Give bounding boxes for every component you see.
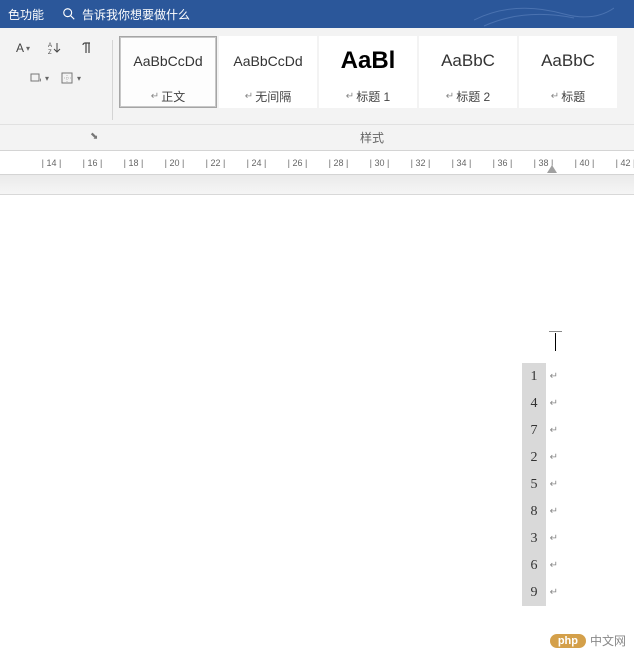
- line-break-icon: ↵: [550, 479, 558, 490]
- ruler-tick: | 24 |: [236, 158, 277, 168]
- line-break-icon: ↵: [550, 452, 558, 463]
- ruler-tick: | 32 |: [400, 158, 441, 168]
- paragraph-mark-icon: ↵: [151, 91, 159, 102]
- style-preview: AaBbC: [441, 37, 495, 85]
- ruler-tick: | 20 |: [154, 158, 195, 168]
- sort-icon: AZ: [48, 41, 62, 55]
- style-preview: AaBbCcDd: [233, 37, 302, 85]
- ruler-tick: | 22 |: [195, 158, 236, 168]
- indent-marker[interactable]: [547, 165, 557, 173]
- line-break-icon: ↵: [550, 506, 558, 517]
- line-break-icon: ↵: [550, 587, 558, 598]
- cursor-cap: [549, 331, 562, 332]
- search-icon: [62, 7, 76, 21]
- styles-group-label: 样式: [110, 129, 634, 146]
- show-marks-button[interactable]: [73, 36, 101, 60]
- tell-me-placeholder: 告诉我你想要做什么: [82, 6, 190, 23]
- paragraph-mark-icon: ↵: [551, 91, 559, 102]
- watermark-badge: php: [550, 634, 586, 648]
- text-line[interactable]: 9↵: [522, 579, 546, 606]
- paragraph-dialog-launcher[interactable]: ⬊: [90, 131, 104, 145]
- ruler-tick: | 28 |: [318, 158, 359, 168]
- styles-gallery[interactable]: AaBbCcDd↵正文AaBbCcDd↵无间隔AaBl↵标题 1AaBbC↵标题…: [115, 36, 634, 124]
- text-line[interactable]: 5↵: [522, 471, 546, 498]
- line-break-icon: ↵: [550, 371, 558, 382]
- ruler-tick: | 26 |: [277, 158, 318, 168]
- style-preview: AaBbCcDd: [133, 37, 202, 85]
- ruler-tick: | 34 |: [441, 158, 482, 168]
- style-item-0[interactable]: AaBbCcDd↵正文: [119, 36, 217, 108]
- title-bar: 色功能 告诉我你想要做什么: [0, 0, 634, 28]
- paragraph-mark-icon: ↵: [245, 91, 253, 102]
- text-line[interactable]: 6↵: [522, 552, 546, 579]
- title-decor: [474, 0, 614, 28]
- styles-label-text: 样式: [360, 129, 384, 146]
- text-line[interactable]: 7↵: [522, 417, 546, 444]
- watermark: php 中文网: [550, 632, 626, 649]
- ruler-tick: [0, 158, 31, 168]
- paragraph-mark-icon: ↵: [446, 91, 454, 102]
- tell-me-search[interactable]: 告诉我你想要做什么: [62, 6, 190, 23]
- ruler-tick: | 18 |: [113, 158, 154, 168]
- paragraph-tools: A▾ AZ ▾ ▾: [0, 36, 110, 124]
- style-item-4[interactable]: AaBbC↵标题: [519, 36, 617, 108]
- style-item-1[interactable]: AaBbCcDd↵无间隔: [219, 36, 317, 108]
- ribbon: A▾ AZ ▾ ▾ AaBbCcDd↵正文AaBbCcDd↵无间隔AaBl↵标题…: [0, 28, 634, 151]
- ruler-tick: | 36 |: [482, 158, 523, 168]
- style-label: ↵标题 1: [346, 85, 390, 107]
- style-item-2[interactable]: AaBl↵标题 1: [319, 36, 417, 108]
- document-area[interactable]: 1↵4↵7↵2↵5↵8↵3↵6↵9↵ php 中文网: [0, 195, 634, 655]
- pilcrow-icon: [81, 41, 93, 55]
- font-grow-button[interactable]: A▾: [9, 36, 37, 60]
- style-preview: AaBbC: [541, 37, 595, 85]
- ruler-tick: | 14 |: [31, 158, 72, 168]
- text-cursor: [555, 333, 556, 351]
- bucket-icon: [29, 72, 43, 84]
- ruler-tick: | 30 |: [359, 158, 400, 168]
- text-line[interactable]: 1↵: [522, 363, 546, 390]
- text-line[interactable]: 8↵: [522, 498, 546, 525]
- horizontal-ruler[interactable]: | 14 || 16 || 18 || 20 || 22 || 24 || 26…: [0, 151, 634, 175]
- sort-button[interactable]: AZ: [41, 36, 69, 60]
- shading-button[interactable]: ▾: [25, 66, 53, 90]
- doc-top-shadow: [0, 175, 634, 195]
- group-separator: [112, 40, 113, 120]
- style-label: ↵标题 2: [446, 85, 490, 107]
- selected-text-column[interactable]: 1↵4↵7↵2↵5↵8↵3↵6↵9↵: [522, 363, 546, 606]
- svg-text:A: A: [48, 43, 52, 49]
- ruler-tick: | 40 |: [564, 158, 605, 168]
- style-item-3[interactable]: AaBbC↵标题 2: [419, 36, 517, 108]
- borders-icon: [61, 72, 75, 84]
- ruler-tick: | 38 |: [523, 158, 564, 168]
- style-label: ↵无间隔: [245, 85, 291, 107]
- ruler-tick: | 42 |: [605, 158, 634, 168]
- line-break-icon: ↵: [550, 398, 558, 409]
- ruler-tick: | 16 |: [72, 158, 113, 168]
- style-label: ↵正文: [151, 85, 185, 107]
- style-preview: AaBl: [341, 37, 396, 85]
- line-break-icon: ↵: [550, 560, 558, 571]
- line-break-icon: ↵: [550, 425, 558, 436]
- style-label: ↵标题: [551, 85, 585, 107]
- text-line[interactable]: 2↵: [522, 444, 546, 471]
- feature-label: 色功能: [8, 6, 44, 23]
- borders-button[interactable]: ▾: [57, 66, 85, 90]
- text-line[interactable]: 3↵: [522, 525, 546, 552]
- watermark-text: 中文网: [590, 632, 626, 649]
- svg-text:Z: Z: [48, 50, 52, 55]
- paragraph-mark-icon: ↵: [346, 91, 354, 102]
- text-line[interactable]: 4↵: [522, 390, 546, 417]
- line-break-icon: ↵: [550, 533, 558, 544]
